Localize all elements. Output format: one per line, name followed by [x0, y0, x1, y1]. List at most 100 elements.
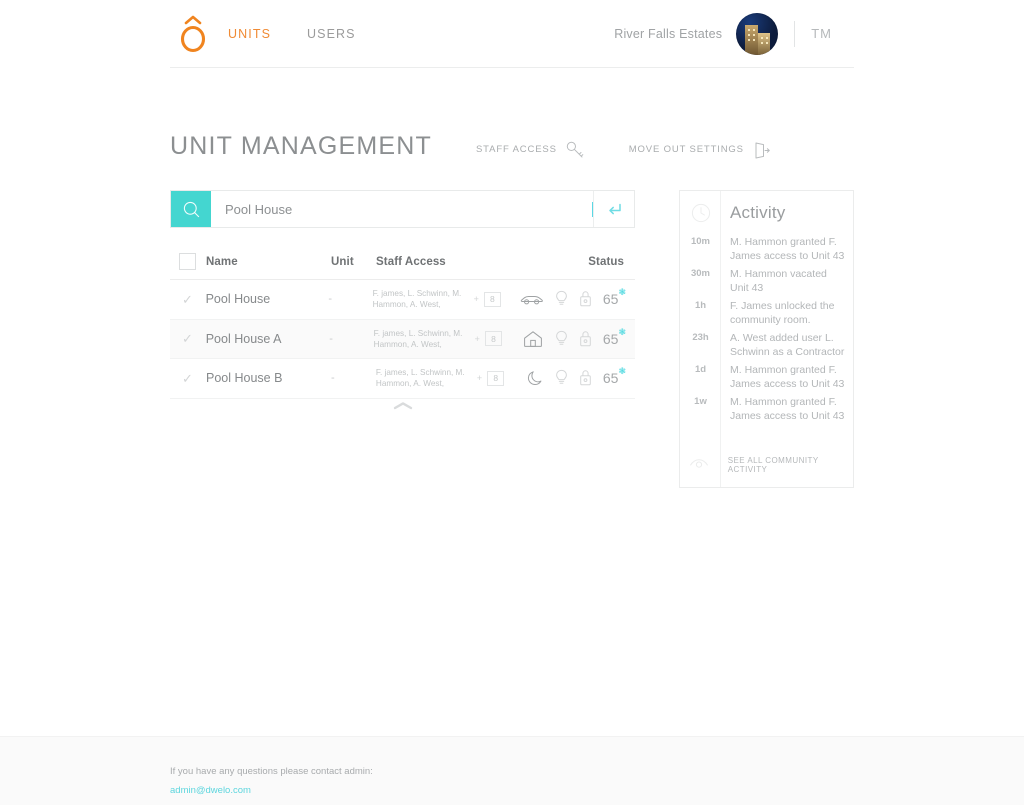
snowflake-icon: ❃	[618, 366, 626, 377]
move-out-settings-action[interactable]: MOVE OUT SETTINGS	[629, 134, 772, 160]
snowflake-icon: ❃	[618, 287, 627, 298]
chevron-up-icon	[393, 402, 412, 410]
staff-names: F. james, L. Schwinn, M. Hammon, A. West…	[373, 328, 463, 349]
cell-status: 65 ❃	[520, 287, 635, 308]
cell-staff-access: F. james, L. Schwinn, M. Hammon, A. West…	[374, 328, 522, 350]
check-icon: ✓	[182, 291, 193, 307]
column-header-unit[interactable]: Unit	[331, 256, 376, 268]
lightbulb-icon[interactable]	[555, 369, 568, 387]
snowflake-icon: ❃	[618, 326, 626, 337]
magnifier-icon	[183, 201, 199, 217]
activity-text: M. Hammon granted F. James access to Uni…	[730, 236, 845, 263]
tm-label: TM	[811, 26, 832, 41]
table-row[interactable]: ✓ Pool House B - F. james, L. Schwinn, M…	[170, 359, 635, 399]
see-all-activity-label[interactable]: SEE ALL COMMUNITY ACTIVITY	[719, 456, 853, 474]
moon-icon[interactable]	[526, 369, 544, 387]
temperature-display[interactable]: 65 ❃	[602, 366, 626, 387]
staff-access-label: STAFF ACCESS	[476, 144, 557, 155]
cell-unit-name: Pool House B	[205, 371, 283, 386]
table-row[interactable]: ✓ Pool House - F. james, L. Schwinn, M. …	[170, 280, 635, 320]
search-enter-button[interactable]	[593, 191, 634, 227]
activity-text: M. Hammon granted F. James access to Uni…	[730, 363, 845, 391]
staff-more-plus: +	[474, 333, 480, 344]
column-header-status[interactable]: Status	[526, 256, 635, 268]
cell-unit-number: -	[330, 372, 335, 385]
cell-unit-name: Pool House A	[205, 331, 282, 346]
row-select-checkmark[interactable]: ✓	[170, 372, 206, 385]
staff-more-plus: +	[473, 294, 479, 305]
cell-unit-name: Pool House	[205, 292, 271, 307]
cell-unit-number: -	[328, 293, 333, 306]
see-all-activity-row[interactable]: SEE ALL COMMUNITY ACTIVITY	[680, 456, 853, 474]
column-header-name[interactable]: Name	[206, 256, 331, 268]
select-all-cell	[170, 253, 206, 270]
car-icon[interactable]	[520, 292, 544, 307]
staff-more-count[interactable]: 8	[484, 331, 502, 347]
home-icon[interactable]	[522, 330, 544, 348]
check-icon: ✓	[182, 370, 193, 386]
lock-icon[interactable]	[579, 369, 592, 387]
eye-icon	[690, 459, 709, 468]
nav-item-users[interactable]: USERS	[307, 27, 356, 41]
avatar-building-shape	[745, 24, 759, 55]
row-select-checkmark[interactable]: ✓	[170, 332, 206, 345]
temperature-display[interactable]: 65 ❃	[602, 287, 627, 308]
staff-names: F. james, L. Schwinn, M. Hammon, A. West…	[372, 289, 462, 310]
staff-more-plus: +	[476, 373, 483, 384]
page-root: UNITS USERS River Falls Estates TM UNIT …	[0, 0, 1024, 805]
staff-more-count[interactable]: 8	[487, 370, 505, 386]
door-exit-icon	[755, 142, 770, 158]
search-submit-button[interactable]	[171, 191, 211, 227]
page-title: UNIT MANAGEMENT	[170, 132, 432, 160]
load-more-toggle[interactable]	[170, 400, 635, 412]
lightbulb-icon[interactable]	[555, 290, 568, 308]
temperature-value: 65	[602, 291, 619, 308]
temperature-value: 65	[602, 330, 619, 347]
lock-icon[interactable]	[579, 290, 592, 308]
cell-status: 65 ❃	[526, 366, 635, 387]
activity-text: A. West added user L. Schwinn as a Contr…	[730, 331, 845, 359]
activity-title: Activity	[730, 203, 786, 222]
key-icon	[566, 141, 584, 157]
search-input[interactable]	[211, 191, 593, 227]
temperature-display[interactable]: 65 ❃	[602, 326, 626, 347]
footer-contact-text: If you have any questions please contact…	[170, 766, 373, 777]
cell-staff-access: F. james, L. Schwinn, M. Hammon, A. West…	[373, 288, 520, 310]
cell-staff-access: F. james, L. Schwinn, M. Hammon, A. West…	[376, 367, 526, 389]
footer-admin-email-link[interactable]: admin@dwelo.com	[170, 785, 251, 796]
brand-logo[interactable]	[170, 14, 216, 54]
main-nav: UNITS USERS	[228, 27, 356, 41]
table-header-row: Name Unit Staff Access Status	[170, 248, 635, 280]
page-title-row: UNIT MANAGEMENT STAFF ACCESS MOVE OUT SE…	[170, 132, 854, 161]
nav-item-units[interactable]: UNITS	[228, 27, 271, 41]
footer-content: If you have any questions please contact…	[170, 765, 373, 798]
units-table: Name Unit Staff Access Status ✓ Pool Hou…	[170, 248, 635, 399]
move-out-settings-label: MOVE OUT SETTINGS	[628, 144, 744, 155]
activity-timeline-rail	[680, 191, 721, 487]
activity-text: F. James unlocked the community room.	[730, 299, 835, 327]
activity-text: M. Hammon granted F. James access to Uni…	[730, 395, 845, 423]
temperature-value: 65	[602, 370, 619, 387]
table-row[interactable]: ✓ Pool House A - F. james, L. Schwinn, M…	[170, 319, 635, 359]
header-divider	[794, 20, 796, 47]
dwelo-o-logo-icon	[180, 15, 206, 52]
staff-access-action[interactable]: STAFF ACCESS	[476, 134, 585, 160]
select-all-checkbox[interactable]	[179, 253, 196, 270]
page-footer: If you have any questions please contact…	[0, 736, 1024, 805]
activity-footer-icon-cell	[680, 458, 719, 472]
column-header-staff-access[interactable]: Staff Access	[376, 256, 526, 268]
activity-panel: Activity 10m M. Hammon granted F. James …	[679, 190, 854, 488]
community-name: River Falls Estates	[614, 26, 723, 41]
row-select-checkmark[interactable]: ✓	[170, 293, 206, 306]
lock-icon[interactable]	[579, 330, 592, 348]
community-building-avatar[interactable]	[736, 12, 779, 55]
search-bar	[170, 190, 635, 228]
enter-return-icon	[608, 203, 621, 214]
staff-names: F. james, L. Schwinn, M. Hammon, A. West…	[375, 368, 465, 389]
lightbulb-icon[interactable]	[555, 330, 568, 348]
app-header: UNITS USERS River Falls Estates TM	[170, 0, 854, 68]
staff-more-count[interactable]: 8	[483, 291, 501, 307]
activity-text: M. Hammon vacated Unit 43	[730, 267, 827, 295]
check-icon: ✓	[182, 331, 193, 347]
header-right-cluster: River Falls Estates TM	[614, 12, 854, 55]
